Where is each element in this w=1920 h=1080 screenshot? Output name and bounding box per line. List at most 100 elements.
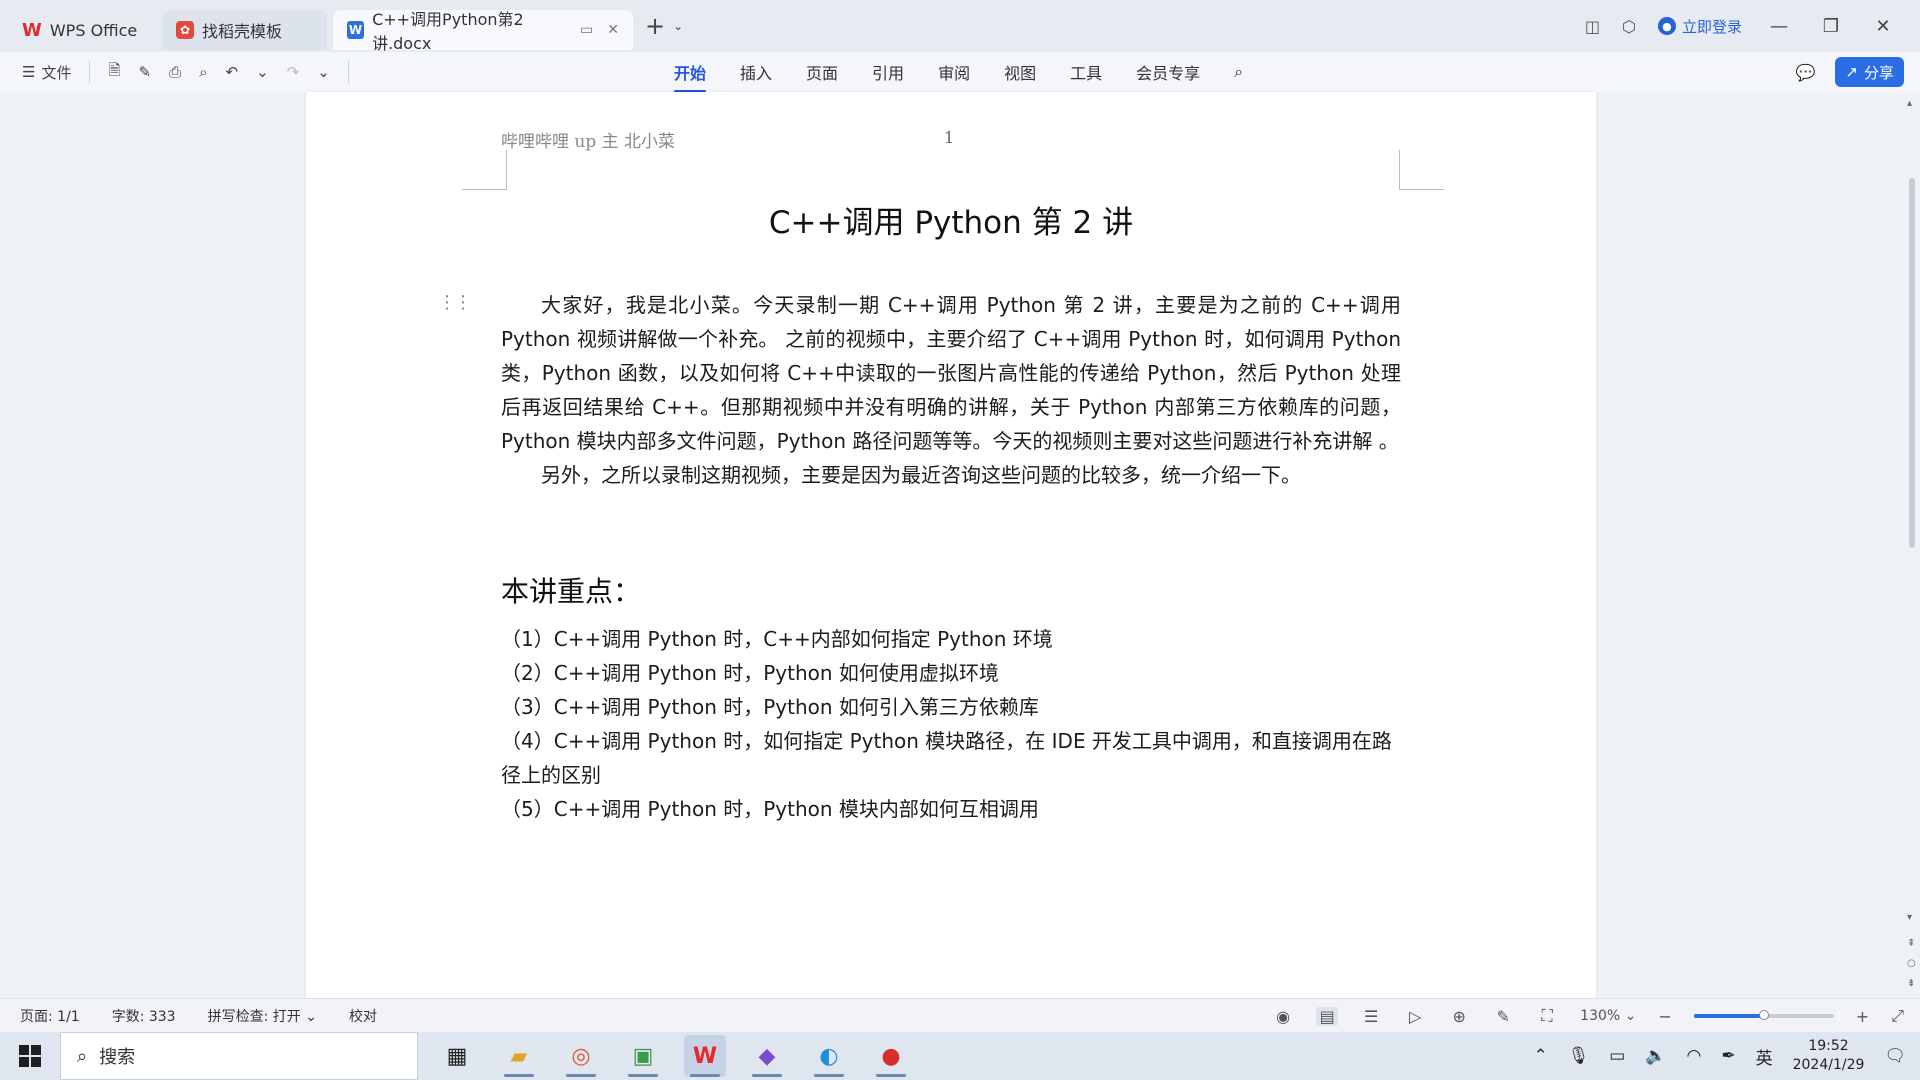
proofread-button[interactable]: 校对 xyxy=(349,1006,377,1026)
edge-browser-icon[interactable]: ◐ xyxy=(808,1035,850,1077)
file-label: 文件 xyxy=(41,63,72,82)
start-button[interactable] xyxy=(0,1032,60,1080)
tab-wps-office[interactable]: W WPS Office xyxy=(8,10,156,50)
spell-check-label: 拼写检查: 打开 xyxy=(207,1008,301,1025)
ribbon-tab-home[interactable]: 开始 xyxy=(674,60,707,93)
paragraph[interactable]: 另外，之所以录制这期视频，主要是因为最近咨询这些问题的比较多，统一介绍一下。 xyxy=(501,458,1401,492)
tab-label: WPS Office xyxy=(49,20,138,40)
new-tab-button[interactable]: + ⌄ xyxy=(645,12,683,40)
more-chevron-icon[interactable]: ⌄ xyxy=(317,63,330,81)
next-page-icon[interactable]: ⇟ xyxy=(1907,978,1915,989)
outline-view-icon[interactable]: ☰ xyxy=(1360,1007,1382,1026)
file-menu[interactable]: ☰ 文件 xyxy=(22,62,71,83)
close-tab-icon[interactable]: ✕ xyxy=(607,22,619,38)
pen-tray-icon[interactable]: ✒ xyxy=(1721,1046,1735,1066)
undo-icon[interactable]: ↶ xyxy=(226,63,239,81)
paragraph[interactable]: 大家好，我是北小菜。今天录制一期 C++调用 Python 第 2 讲，主要是为… xyxy=(501,288,1401,458)
pen-icon[interactable]: ✎ xyxy=(1492,1007,1514,1026)
share-button[interactable]: ↗ 分享 xyxy=(1835,57,1904,87)
scroll-thumb[interactable] xyxy=(1909,178,1915,548)
wifi-icon[interactable]: ◠ xyxy=(1687,1046,1702,1066)
document-body[interactable]: 大家好，我是北小菜。今天录制一期 C++调用 Python 第 2 讲，主要是为… xyxy=(501,288,1401,492)
tab-label: C++调用Python第2讲.docx xyxy=(372,10,524,53)
recorder-app-icon[interactable]: ● xyxy=(870,1035,912,1077)
task-view-icon[interactable]: ▦ xyxy=(436,1035,478,1077)
eye-icon[interactable]: ◉ xyxy=(1272,1007,1294,1026)
play-icon[interactable]: ▷ xyxy=(1404,1007,1426,1026)
redo-icon[interactable]: ↷ xyxy=(287,63,300,81)
drag-handle-icon[interactable]: ⋮⋮ xyxy=(438,292,472,313)
close-window-button[interactable]: ✕ xyxy=(1868,16,1898,37)
battery-icon[interactable]: ▭ xyxy=(1609,1046,1625,1066)
scroll-up-icon[interactable]: ▴ xyxy=(1907,98,1912,109)
ribbon-tab-tools[interactable]: 工具 xyxy=(1070,60,1102,84)
system-clock[interactable]: 19:52 2024/1/29 xyxy=(1793,1037,1865,1075)
window-icon[interactable]: ▭ xyxy=(580,22,593,38)
wps-taskbar-icon[interactable]: W xyxy=(684,1035,726,1077)
undo-dropdown-icon[interactable]: ⌄ xyxy=(256,63,269,81)
select-browse-icon[interactable]: ○ xyxy=(1907,958,1916,969)
file-explorer-icon[interactable]: ▰ xyxy=(498,1035,540,1077)
login-button[interactable]: ● 立即登录 xyxy=(1657,16,1742,37)
share-icon: ↗ xyxy=(1845,63,1858,81)
zoom-slider[interactable] xyxy=(1693,1010,1834,1020)
format-painter-icon[interactable]: ✎ xyxy=(139,63,152,81)
save-icon[interactable]: 🗎 xyxy=(108,60,120,85)
print-preview-icon[interactable]: ⌕ xyxy=(199,63,207,81)
list-item[interactable]: （4）C++调用 Python 时，如何指定 Python 模块路径，在 IDE… xyxy=(501,724,1401,792)
speaker-icon[interactable]: 🔈 xyxy=(1645,1046,1666,1066)
restore-button[interactable]: ❐ xyxy=(1816,16,1846,37)
zoom-knob[interactable] xyxy=(1758,1010,1769,1020)
word-count[interactable]: 字数: 333 xyxy=(112,1006,176,1026)
list-item[interactable]: （5）C++调用 Python 时，Python 模块内部如何互相调用 xyxy=(501,792,1401,826)
fit-page-icon[interactable]: ⛶ xyxy=(1536,1006,1558,1026)
snail-app-icon[interactable]: ◎ xyxy=(560,1035,602,1077)
scroll-down-icon[interactable]: ▾ xyxy=(1907,912,1912,923)
web-view-icon[interactable]: ⊕ xyxy=(1448,1007,1470,1026)
ribbon-tab-references[interactable]: 引用 xyxy=(872,60,904,84)
fullscreen-icon[interactable]: ⤢ xyxy=(1891,1006,1904,1026)
prev-page-icon[interactable]: ⇞ xyxy=(1907,938,1915,949)
zoom-in-button[interactable]: + xyxy=(1856,1007,1869,1026)
visual-studio-icon[interactable]: ◆ xyxy=(746,1035,788,1077)
daoke-logo-icon: ✿ xyxy=(176,21,194,39)
tab-template[interactable]: ✿ 找稻壳模板 xyxy=(162,10,327,50)
ribbon-tab-view[interactable]: 视图 xyxy=(1004,60,1036,84)
ribbon-tab-page[interactable]: 页面 xyxy=(806,60,838,84)
vertical-scrollbar[interactable]: ▴ ▾ ⇞ ○ ⇟ xyxy=(1905,92,1920,998)
sidebar-toggle-icon[interactable]: ◫ xyxy=(1585,17,1600,36)
zoom-level[interactable]: 130% ⌄ xyxy=(1580,1008,1636,1024)
page-indicator[interactable]: 页面: 1/1 xyxy=(20,1006,80,1026)
comment-icon[interactable]: 💬 xyxy=(1795,63,1815,82)
image-app-icon[interactable]: ▣ xyxy=(622,1035,664,1077)
document-page[interactable]: 哔哩哔哩 up 主 北小菜 1 C++调用 Python 第 2 讲 ⋮⋮ 大家… xyxy=(306,92,1596,998)
chevron-down-icon[interactable]: ⌄ xyxy=(673,19,683,33)
taskbar-search[interactable]: ⌕ 搜索 xyxy=(60,1032,418,1080)
section-heading[interactable]: 本讲重点： xyxy=(501,570,641,610)
list-item[interactable]: （2）C++调用 Python 时，Python 如何使用虚拟环境 xyxy=(501,656,1401,690)
search-icon[interactable]: ⌕ xyxy=(1234,62,1243,82)
cube-icon[interactable]: ⬡ xyxy=(1622,17,1636,36)
chevron-down-icon: ⌄ xyxy=(305,1008,317,1025)
notification-icon[interactable]: 🗨 xyxy=(1884,1046,1906,1066)
list-item[interactable]: （3）C++调用 Python 时，Python 如何引入第三方依赖库 xyxy=(501,690,1401,724)
minimize-button[interactable]: — xyxy=(1764,16,1794,37)
zoom-out-button[interactable]: − xyxy=(1658,1007,1671,1026)
spell-check-toggle[interactable]: 拼写检查: 打开 ⌄ xyxy=(208,1006,317,1026)
print-icon[interactable]: ⎙ xyxy=(169,63,181,81)
share-label: 分享 xyxy=(1863,63,1894,82)
tab-document[interactable]: W C++调用Python第2讲.docx ▭ ✕ xyxy=(333,10,633,53)
ribbon-tab-member[interactable]: 会员专享 xyxy=(1136,60,1200,84)
key-points-list[interactable]: （1）C++调用 Python 时，C++内部如何指定 Python 环境 （2… xyxy=(501,622,1401,826)
wps-logo-icon: W xyxy=(22,19,42,41)
ribbon-tab-review[interactable]: 审阅 xyxy=(938,60,970,84)
ime-indicator[interactable]: 英 xyxy=(1756,1044,1773,1069)
ribbon-tab-insert[interactable]: 插入 xyxy=(740,60,772,84)
page-view-icon[interactable]: ▤ xyxy=(1316,1006,1339,1026)
list-item[interactable]: （1）C++调用 Python 时，C++内部如何指定 Python 环境 xyxy=(501,622,1401,656)
plus-icon: + xyxy=(645,12,666,40)
search-icon: ⌕ xyxy=(77,1045,88,1067)
microphone-icon[interactable]: 🎙 xyxy=(1568,1046,1590,1066)
document-title[interactable]: C++调用 Python 第 2 讲 xyxy=(306,197,1596,242)
tray-chevron-icon[interactable]: ⌃ xyxy=(1533,1046,1547,1066)
